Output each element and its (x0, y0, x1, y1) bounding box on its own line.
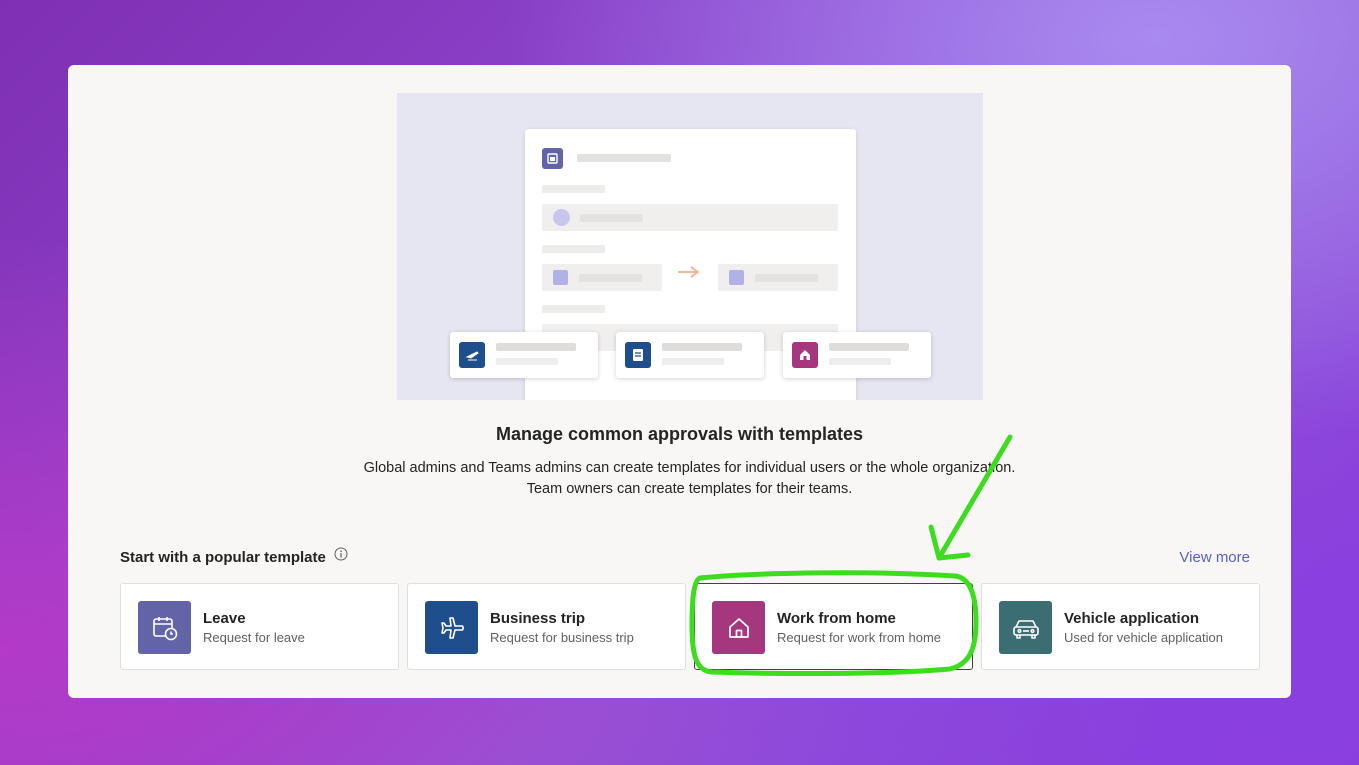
template-subtitle: Used for vehicle application (1064, 630, 1223, 645)
templates-section-title: Start with a popular template (120, 547, 348, 566)
arrow-right-icon (678, 266, 700, 278)
calendar-icon (553, 270, 568, 285)
person-icon (553, 209, 570, 226)
section-title-text: Start with a popular template (120, 549, 326, 566)
view-more-link[interactable]: View more (1179, 549, 1250, 566)
template-title: Leave (203, 610, 246, 627)
template-subtitle: Request for work from home (777, 630, 942, 645)
template-subtitle: Request for leave (203, 630, 305, 645)
template-title: Vehicle application (1064, 610, 1200, 627)
airplane-icon (425, 601, 478, 654)
template-subtitle: Request for business trip (490, 630, 634, 645)
mini-card-document (616, 332, 764, 378)
document-icon (625, 342, 651, 368)
page-description: Global admins and Teams admins can creat… (68, 458, 1311, 500)
page-heading: Manage common approvals with templates (495, 424, 864, 444)
approvals-app-icon (542, 148, 563, 169)
info-icon[interactable] (334, 547, 348, 561)
hero-illustration (397, 93, 983, 400)
approvals-panel: Manage common approvals with templates G… (68, 65, 1291, 698)
template-card-work-from-home[interactable]: Work from home Request for work from hom… (694, 583, 973, 670)
template-card-leave[interactable]: Leave Request for leave (120, 583, 399, 670)
template-card-vehicle-application[interactable]: Vehicle application Used for vehicle app… (981, 583, 1260, 670)
description-line-1: Global admins and Teams admins can creat… (363, 460, 1016, 476)
description-line-2: Team owners can create templates for the… (526, 481, 853, 497)
home-icon (792, 342, 818, 368)
mini-card-home (783, 332, 931, 378)
template-title: Work from home (777, 610, 896, 627)
calendar-clock-icon (138, 601, 191, 654)
mini-card-trip (450, 332, 598, 378)
car-icon (999, 601, 1052, 654)
airplane-icon (459, 342, 485, 368)
calendar-icon (729, 270, 744, 285)
template-title: Business trip (490, 610, 586, 627)
home-icon (712, 601, 765, 654)
template-card-business-trip[interactable]: Business trip Request for business trip (407, 583, 686, 670)
